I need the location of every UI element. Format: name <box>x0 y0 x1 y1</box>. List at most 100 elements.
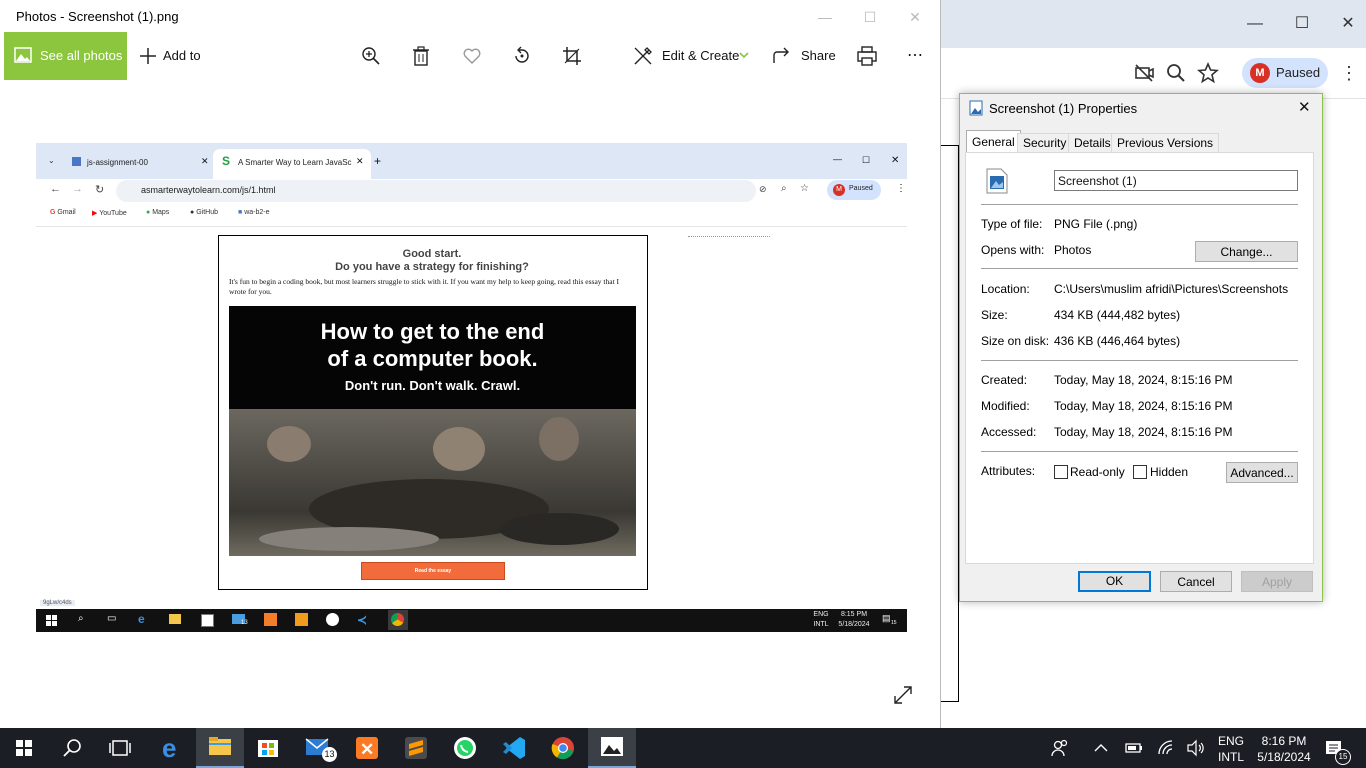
shot-tab1-close-icon: ✕ <box>201 156 209 166</box>
attributes-label: Attributes: <box>981 464 1036 478</box>
shot-star-icon: ☆ <box>800 183 809 194</box>
chrome-close-button[interactable]: ✕ <box>1338 14 1358 34</box>
modified-value: Today, May 18, 2024, 8:15:16 PM <box>1054 399 1233 413</box>
shot-heading: Good start. Do you have a strategy for f… <box>218 248 646 274</box>
print-icon[interactable] <box>856 45 878 67</box>
change-button[interactable]: Change... <box>1195 241 1298 262</box>
zoom-icon[interactable] <box>1165 62 1187 84</box>
crop-icon[interactable] <box>561 45 583 67</box>
task-view-icon[interactable] <box>96 728 144 768</box>
people-icon[interactable] <box>1050 738 1070 758</box>
readonly-checkbox[interactable] <box>1054 465 1068 479</box>
shot-menu-icon: ⋮ <box>896 183 906 194</box>
add-to-button[interactable]: Add to <box>163 48 201 63</box>
shot-bookmark-maps: ● Maps <box>146 209 170 216</box>
xampp-icon[interactable]: ✕ <box>343 728 391 768</box>
general-tab-panel <box>965 152 1314 564</box>
size-on-disk-label: Size on disk: <box>981 334 1050 348</box>
hidden-checkbox[interactable] <box>1133 465 1147 479</box>
shot-search-icon: ⌕ <box>78 613 84 624</box>
photos-maximize-button[interactable]: ☐ <box>861 8 879 26</box>
language-indicator[interactable]: ENG INTL <box>1218 733 1244 765</box>
shot-avatar: M <box>833 184 845 196</box>
bookmark-star-icon[interactable] <box>1197 62 1219 84</box>
photos-close-button[interactable]: ✕ <box>906 8 924 26</box>
add-icon[interactable] <box>137 45 159 67</box>
photos-minimize-button[interactable]: — <box>816 8 834 26</box>
tab-security[interactable]: Security <box>1017 133 1073 153</box>
expand-fullscreen-icon[interactable] <box>892 684 914 706</box>
chevron-down-icon[interactable] <box>738 50 750 60</box>
clock[interactable]: 8:16 PM 5/18/2024 <box>1254 733 1314 765</box>
shot-reload-icon: ↻ <box>95 184 105 196</box>
rotate-icon[interactable] <box>511 45 533 67</box>
photos-icon <box>14 47 32 63</box>
ok-button[interactable]: OK <box>1078 571 1151 592</box>
shot-banner-heading: How to get to the end of a computer book… <box>229 318 636 372</box>
avatar: M <box>1250 63 1270 83</box>
size-on-disk-value: 436 KB (446,464 bytes) <box>1054 334 1181 348</box>
photos-app-icon[interactable] <box>588 728 636 768</box>
image-file-icon <box>969 100 983 116</box>
camera-off-icon[interactable] <box>1133 62 1155 84</box>
share-icon[interactable] <box>771 45 793 67</box>
store-icon[interactable] <box>244 728 292 768</box>
advanced-button[interactable]: Advanced... <box>1226 462 1298 483</box>
shot-tab2-label: A Smarter Way to Learn JavaSc <box>238 158 352 167</box>
shot-forward-icon: → <box>72 183 83 195</box>
chrome-maximize-button[interactable]: ☐ <box>1292 14 1312 34</box>
shot-vscode-icon: ≺ <box>357 613 368 627</box>
shot-sublime-icon <box>295 613 308 626</box>
separator <box>981 268 1298 269</box>
file-explorer-icon[interactable] <box>196 728 244 768</box>
start-button[interactable] <box>0 728 48 768</box>
window-title: Photos - Screenshot (1).png <box>16 9 179 24</box>
cancel-button[interactable]: Cancel <box>1160 571 1232 592</box>
shot-chrome-icon <box>391 613 404 626</box>
delete-icon[interactable] <box>410 45 432 67</box>
tab-previous-versions[interactable]: Previous Versions <box>1111 133 1220 153</box>
wifi-icon[interactable] <box>1156 738 1176 758</box>
share-button[interactable]: Share <box>801 48 836 63</box>
shot-notification-icon: ▤ <box>882 613 891 623</box>
search-icon[interactable] <box>48 728 96 768</box>
sublime-text-icon[interactable] <box>392 728 440 768</box>
shot-maximize-icon: ☐ <box>862 155 871 165</box>
chrome-minimize-button[interactable]: — <box>1245 14 1265 34</box>
notification-badge: 15 <box>1335 749 1351 765</box>
dialog-close-button[interactable]: ✕ <box>1298 98 1311 116</box>
shot-start-icon <box>46 615 57 626</box>
chrome-page-frame <box>940 145 959 702</box>
vscode-icon[interactable] <box>490 728 538 768</box>
volume-icon[interactable] <box>1186 738 1206 758</box>
shot-dotted-line <box>688 236 770 238</box>
shot-clock: 8:15 PM 5/18/2024 <box>838 611 870 628</box>
favorite-heart-icon[interactable] <box>461 45 483 67</box>
shot-bookmark-github: ● GitHub <box>190 209 218 216</box>
whatsapp-icon[interactable] <box>441 728 489 768</box>
edit-create-icon[interactable] <box>632 45 654 67</box>
size-label: Size: <box>981 308 1008 322</box>
edit-create-button[interactable]: Edit & Create <box>662 48 739 63</box>
apply-button[interactable]: Apply <box>1241 571 1313 592</box>
battery-icon[interactable] <box>1124 738 1144 758</box>
zoom-in-icon[interactable] <box>360 45 382 67</box>
more-options-icon[interactable]: ⋯ <box>904 45 926 67</box>
mail-icon[interactable] <box>294 728 342 768</box>
mail-badge: 13 <box>322 747 337 762</box>
filename-field[interactable]: Screenshot (1) <box>1054 170 1298 191</box>
readonly-label: Read-only <box>1070 465 1125 479</box>
shot-tab-search-icon: ⌄ <box>48 156 55 165</box>
shot-mail-badge: 13 <box>241 620 248 626</box>
tab-general[interactable]: General <box>966 130 1021 153</box>
shot-camera-icon: ⊘ <box>759 184 767 194</box>
svg-text:✕: ✕ <box>360 740 374 759</box>
shot-folder-icon <box>169 614 181 624</box>
chrome-icon[interactable] <box>539 728 587 768</box>
chrome-menu-icon[interactable]: ⋮ <box>1340 62 1358 84</box>
file-type-icon <box>986 168 1008 194</box>
created-value: Today, May 18, 2024, 8:15:16 PM <box>1054 373 1233 387</box>
tab-details[interactable]: Details <box>1068 133 1117 153</box>
chevron-up-icon[interactable] <box>1092 738 1110 758</box>
edge-icon[interactable]: e <box>148 728 196 768</box>
